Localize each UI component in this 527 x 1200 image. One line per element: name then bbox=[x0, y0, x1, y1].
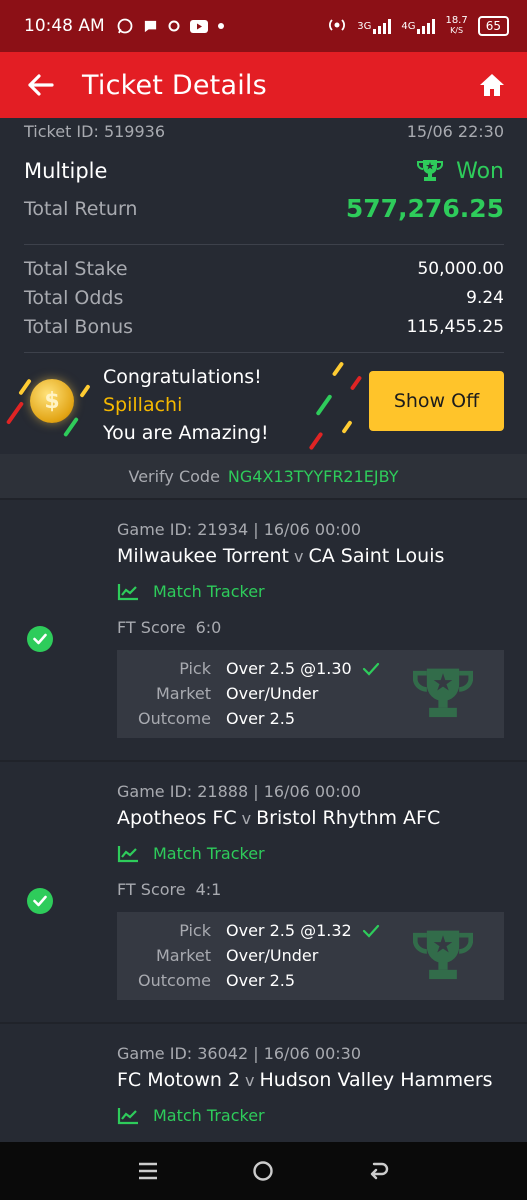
total-stake-row: Total Stake 50,000.00 bbox=[24, 258, 504, 280]
pick-row: Pick Over 2.5 @1.30 bbox=[117, 656, 504, 681]
signal-icon bbox=[417, 18, 436, 34]
whatsapp-icon bbox=[117, 18, 133, 34]
match-tracker-link[interactable]: Match Tracker bbox=[117, 582, 265, 601]
ticket-type-row: Multiple Won bbox=[24, 158, 504, 184]
match-tracker-link[interactable]: Match Tracker bbox=[117, 844, 265, 863]
market-row: Market Over/Under bbox=[156, 946, 319, 965]
ticket-id: Ticket ID: 519936 bbox=[24, 122, 166, 141]
status-bar: 10:48 AM 3G 4G 18.7 K/S 65 bbox=[0, 0, 527, 52]
game-id: Game ID: 21934 | 16/06 00:00 bbox=[117, 520, 361, 539]
divider bbox=[24, 244, 504, 245]
ft-score: FT Score 4:1 bbox=[117, 880, 222, 899]
hotspot-icon bbox=[327, 17, 347, 36]
total-bonus-row: Total Bonus 115,455.25 bbox=[24, 316, 504, 338]
menu-icon bbox=[138, 1162, 157, 1180]
market-row: Market Over/Under bbox=[156, 684, 319, 703]
game-id: Game ID: 21888 | 16/06 00:00 bbox=[117, 782, 361, 801]
chart-icon bbox=[117, 583, 138, 600]
ticket-datetime: 15/06 22:30 bbox=[406, 122, 504, 141]
verify-code[interactable]: NG4X13TYYFR21EJBY bbox=[228, 467, 399, 486]
check-icon bbox=[362, 924, 379, 938]
total-return-value: 577,276.25 bbox=[345, 194, 504, 223]
back-button[interactable] bbox=[0, 52, 82, 118]
ft-score: FT Score 6:0 bbox=[117, 618, 222, 637]
chart-icon bbox=[117, 845, 138, 862]
chat-icon bbox=[143, 19, 158, 34]
system-nav-bar bbox=[0, 1142, 527, 1200]
match-teams: FC Motown 2 v Hudson Valley Hammers bbox=[117, 1069, 493, 1091]
youtube-icon bbox=[189, 19, 208, 33]
trophy-icon bbox=[417, 160, 444, 181]
game-card: Game ID: 21934 | 16/06 00:00 Milwaukee T… bbox=[0, 498, 527, 760]
ticket-type: Multiple bbox=[24, 159, 108, 183]
back-nav-button[interactable] bbox=[359, 1151, 399, 1191]
verify-code-bar: Verify Code NG4X13TYYFR21EJBY bbox=[0, 454, 527, 498]
ticket-summary: Ticket ID: 519936 15/06 22:30 Multiple W… bbox=[0, 118, 527, 454]
home-icon bbox=[480, 74, 504, 96]
status-badge: Won bbox=[416, 158, 504, 184]
game-card: Game ID: 36042 | 16/06 00:30 FC Motown 2… bbox=[0, 1022, 527, 1142]
battery-icon: 65 bbox=[477, 16, 509, 36]
check-icon bbox=[362, 662, 379, 676]
signal-icon bbox=[373, 18, 392, 34]
username: Spillachi bbox=[103, 394, 183, 416]
home-circle-icon bbox=[253, 1161, 274, 1181]
total-odds-row: Total Odds 9.24 bbox=[24, 287, 504, 309]
match-tracker-link[interactable]: Match Tracker bbox=[117, 1106, 265, 1125]
outcome-row: Outcome Over 2.5 bbox=[137, 971, 296, 990]
network-4g: 4G bbox=[401, 18, 436, 34]
back-arrow-icon bbox=[28, 74, 54, 96]
net-speed: 18.7 K/S bbox=[445, 15, 468, 36]
recent-apps-button[interactable] bbox=[128, 1151, 168, 1191]
check-icon bbox=[27, 626, 53, 652]
outcome-row: Outcome Over 2.5 bbox=[137, 709, 296, 728]
game-id: Game ID: 36042 | 16/06 00:30 bbox=[117, 1044, 361, 1063]
coin-icon: $ bbox=[30, 379, 74, 423]
network-3g: 3G bbox=[357, 18, 392, 34]
divider bbox=[24, 352, 504, 353]
circle-icon bbox=[168, 20, 180, 32]
app-header: Ticket Details bbox=[0, 52, 527, 118]
check-icon bbox=[27, 888, 53, 914]
match-teams: Apotheos FC v Bristol Rhythm AFC bbox=[117, 807, 441, 829]
total-return-row: Total Return 577,276.25 bbox=[24, 194, 504, 223]
verify-label: Verify Code bbox=[128, 466, 220, 486]
match-teams: Milwaukee Torrent v CA Saint Louis bbox=[117, 545, 445, 567]
total-return-label: Total Return bbox=[24, 197, 138, 220]
back-nav-icon bbox=[370, 1162, 389, 1180]
pick-row: Pick Over 2.5 @1.32 bbox=[117, 918, 504, 943]
chart-icon bbox=[117, 1107, 138, 1124]
pick-details: Pick Over 2.5 @1.32 Market Over/Under Ou… bbox=[117, 912, 504, 1000]
home-button[interactable] bbox=[457, 52, 527, 118]
home-nav-button[interactable] bbox=[243, 1151, 283, 1191]
pick-details: Pick Over 2.5 @1.30 Market Over/Under Ou… bbox=[117, 650, 504, 738]
page-title: Ticket Details bbox=[82, 69, 267, 101]
congrats-text: Congratulations! Spillachi You are Amazi… bbox=[103, 366, 269, 444]
dot-icon bbox=[217, 23, 224, 29]
game-card: Game ID: 21888 | 16/06 00:00 Apotheos FC… bbox=[0, 760, 527, 1022]
congrats-banner: $ Congratulations! Spillachi You are Ama… bbox=[0, 355, 527, 454]
ticket-id-row: Ticket ID: 519936 15/06 22:30 bbox=[24, 122, 504, 141]
clock: 10:48 AM bbox=[24, 16, 105, 36]
show-off-button[interactable]: Show Off bbox=[369, 371, 504, 431]
